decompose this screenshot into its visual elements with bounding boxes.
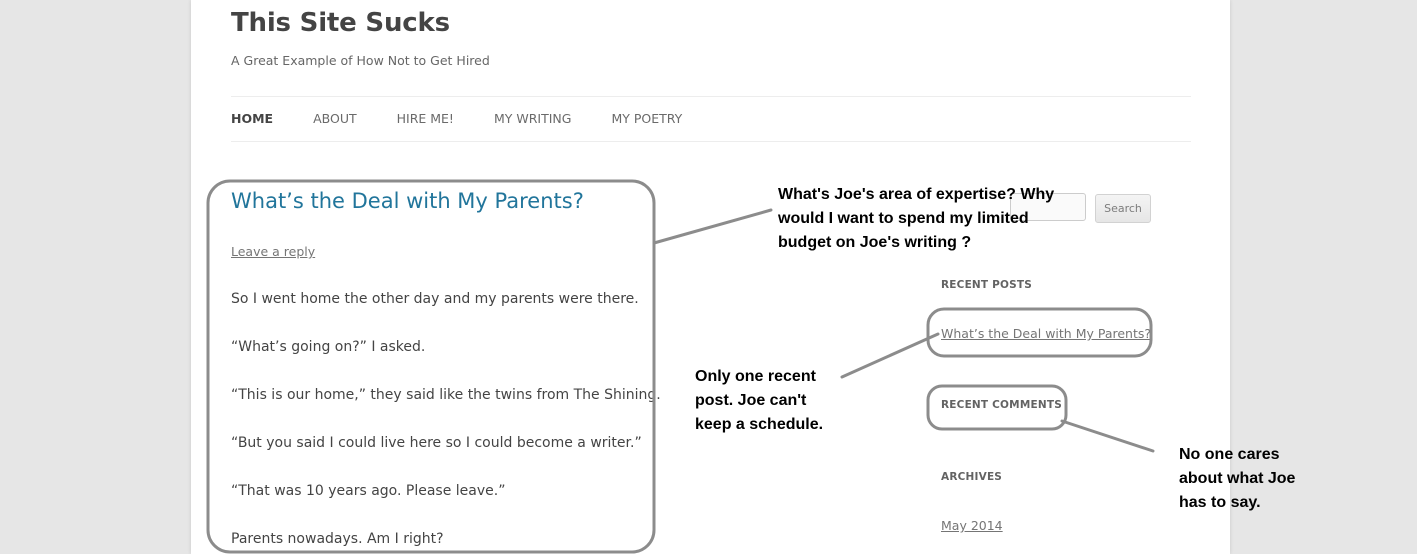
post-paragraph: So I went home the other day and my pare… — [231, 291, 639, 307]
post-paragraph: “But you said I could live here so I cou… — [231, 435, 642, 451]
nav-item-my-poetry[interactable]: MY POETRY — [611, 111, 682, 126]
post-title[interactable]: What’s the Deal with My Parents? — [231, 189, 584, 213]
page-container — [191, 0, 1230, 554]
nav-item-home[interactable]: HOME — [231, 111, 273, 126]
annotation-recent-post: Only one recent post. Joe can't keep a s… — [695, 368, 824, 433]
header-divider-top — [231, 96, 1191, 97]
annotation-expertise: What's Joe's area of expertise? Why woul… — [778, 186, 1055, 251]
search-button[interactable]: Search — [1095, 194, 1151, 223]
site-description: A Great Example of How Not to Get Hired — [231, 53, 490, 68]
main-navigation: HOME ABOUT HIRE ME! MY WRITING MY POETRY — [231, 111, 722, 126]
leave-reply-link[interactable]: Leave a reply — [231, 244, 315, 259]
annotation-comments: No one cares about what Joe has to say. — [1179, 446, 1296, 511]
post-paragraph: Parents nowadays. Am I right? — [231, 531, 444, 547]
site-title[interactable]: This Site Sucks — [231, 8, 450, 38]
header-divider-bottom — [231, 141, 1191, 142]
nav-item-hire-me[interactable]: HIRE ME! — [397, 111, 454, 126]
post-paragraph: “That was 10 years ago. Please leave.” — [231, 483, 506, 499]
post-paragraph: “What’s going on?” I asked. — [231, 339, 426, 355]
nav-item-about[interactable]: ABOUT — [313, 111, 357, 126]
nav-item-my-writing[interactable]: MY WRITING — [494, 111, 571, 126]
recent-posts-heading: RECENT POSTS — [941, 279, 1033, 291]
post-paragraph: “This is our home,” they said like the t… — [231, 387, 661, 403]
archive-link-may-2014[interactable]: May 2014 — [941, 518, 1003, 533]
recent-comments-heading: RECENT COMMENTS — [941, 399, 1062, 411]
recent-post-link[interactable]: What’s the Deal with My Parents? — [941, 326, 1151, 341]
archives-heading: ARCHIVES — [941, 471, 1003, 483]
